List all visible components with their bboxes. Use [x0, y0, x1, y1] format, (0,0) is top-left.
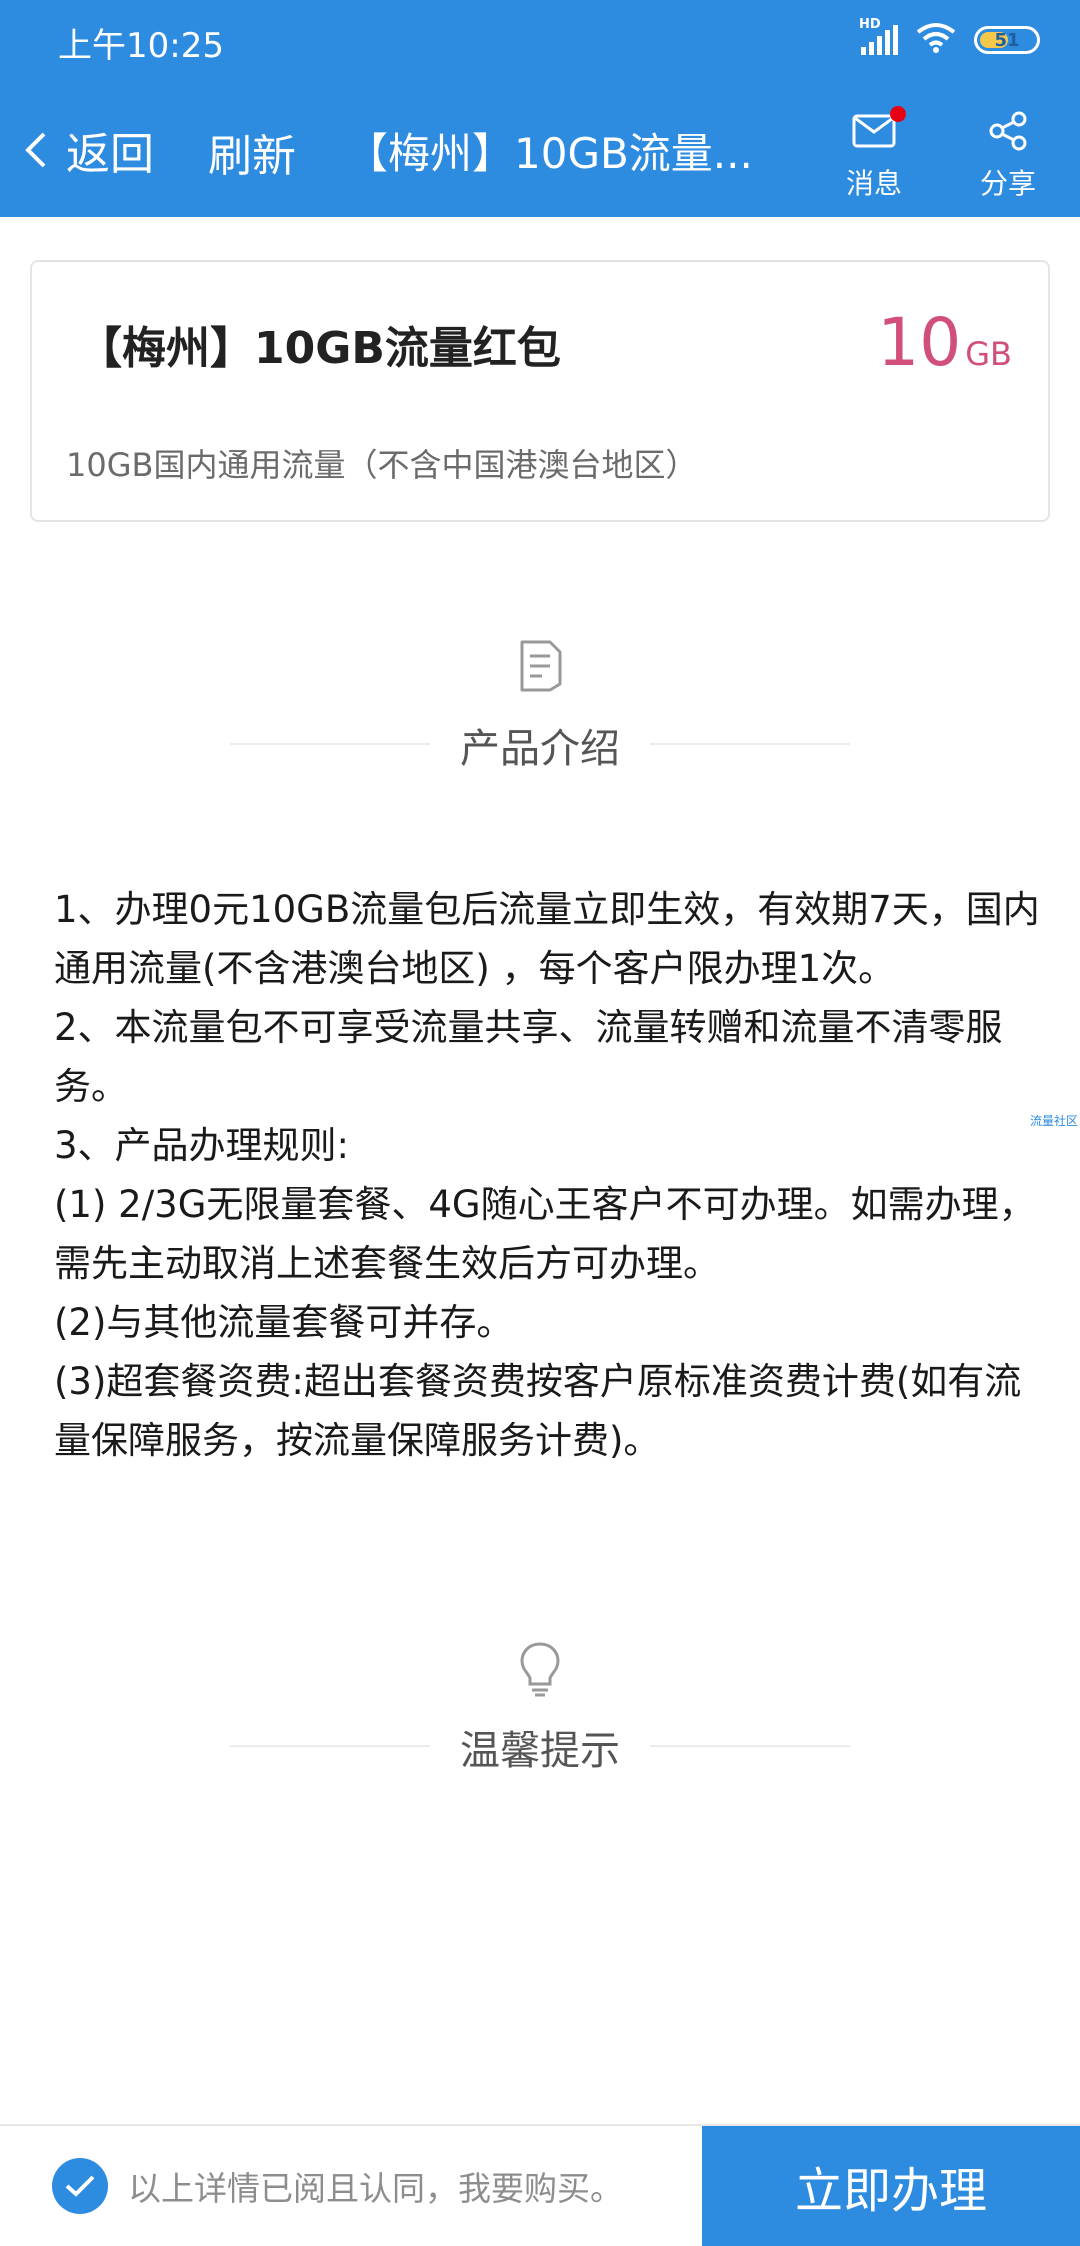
agree-text: 以上详情已阅且认同，我要购买。	[128, 2169, 623, 2208]
intro-line: 2、本流量包不可享受流量共享、流量转赠和流量不清零服务。	[54, 1006, 1003, 1108]
battery-icon: 51	[974, 26, 1040, 54]
status-time: 上午10:25	[58, 26, 224, 66]
tips-section-header: 温馨提示	[0, 1640, 1080, 1780]
signal-icon: HD	[859, 17, 898, 55]
checkmark-icon	[52, 2158, 108, 2214]
intro-section-header: 产品介绍	[0, 638, 1080, 778]
nav-bar: 返回 刷新 【梅州】10GB流量... 消息 分享	[0, 100, 1080, 200]
lightbulb-icon	[520, 1642, 560, 1697]
intro-line: (2)与其他流量套餐可并存。	[54, 1301, 514, 1344]
amount-unit: GB	[965, 335, 1012, 373]
signal-hd-label: HD	[859, 17, 881, 32]
product-card: 【梅州】10GB流量红包 10 GB 10GB国内通用流量（不含中国港澳台地区）	[30, 260, 1050, 522]
page-title: 【梅州】10GB流量...	[346, 129, 753, 178]
agree-checkbox[interactable]: 以上详情已阅且认同，我要购买。	[52, 2158, 623, 2214]
product-description: 10GB国内通用流量（不含中国港澳台地区）	[66, 446, 698, 484]
community-tag[interactable]: 流量社区	[1030, 1112, 1078, 1129]
intro-line: (1) 2/3G无限量套餐、4G随心王客户不可办理。如需办理，需先主动取消上述套…	[54, 1183, 1036, 1285]
share-icon	[989, 111, 1027, 151]
app-header: 上午10:25 HD 51 返回 刷新 【梅州】10GB流量... 消息 分享	[0, 0, 1080, 217]
intro-line: 3、产品办理规则:	[54, 1124, 350, 1167]
product-amount: 10 GB	[877, 304, 1012, 381]
wifi-icon	[916, 22, 956, 58]
product-title: 【梅州】10GB流量红包	[78, 323, 561, 374]
share-button[interactable]: 分享	[980, 108, 1036, 202]
intro-line: (3)超套餐资费:超出套餐资费按客户原标准资费计费(如有流量保障服务，按流量保障…	[54, 1360, 1022, 1462]
unread-badge	[890, 106, 906, 122]
chevron-left-icon	[25, 132, 46, 168]
message-button[interactable]: 消息	[846, 106, 906, 202]
tips-section-title: 温馨提示	[460, 1728, 620, 1774]
status-icons: HD 51	[859, 17, 1040, 58]
document-icon	[520, 640, 562, 692]
intro-line: 1、办理0元10GB流量包后流量立即生效，有效期7天，国内通用流量(不含港澳台地…	[54, 888, 1040, 990]
bottom-bar: 以上详情已阅且认同，我要购买。 立即办理	[0, 2124, 1080, 2246]
amount-value: 10	[877, 304, 962, 381]
battery-level: 51	[994, 29, 1020, 51]
mail-icon	[852, 114, 896, 148]
apply-button[interactable]: 立即办理	[702, 2126, 1080, 2246]
message-label: 消息	[846, 167, 903, 200]
refresh-button[interactable]: 刷新	[208, 120, 296, 184]
share-label: 分享	[980, 167, 1037, 200]
intro-section-title: 产品介绍	[460, 726, 620, 772]
back-button[interactable]: 返回	[22, 118, 154, 182]
product-intro: 1、办理0元10GB流量包后流量立即生效，有效期7天，国内通用流量(不含港澳台地…	[54, 880, 1044, 1470]
back-label: 返回	[66, 129, 154, 180]
